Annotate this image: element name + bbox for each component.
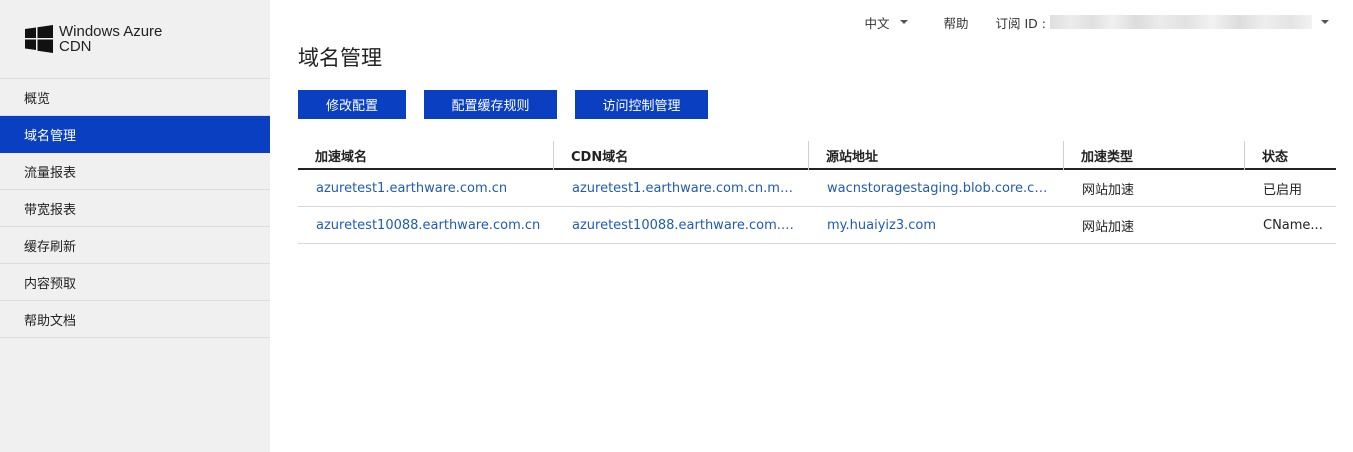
subscription-id-redacted (1050, 15, 1312, 29)
sidebar-item-traffic-report[interactable]: 流量报表 (0, 153, 270, 190)
main-content: 中文 帮助 订阅 ID : 域名管理 修改配置 配置缓存规则 访问控制管理 加速… (270, 0, 1353, 452)
status-cell: 已启用 (1245, 170, 1336, 206)
sidebar-item-domain-management[interactable]: 域名管理 (0, 116, 270, 153)
language-selector[interactable]: 中文 (864, 13, 908, 32)
help-link[interactable]: 帮助 (944, 13, 969, 32)
origin-link[interactable]: my.huaiyiz3.com (827, 218, 936, 233)
subscription-label: 订阅 ID : (995, 15, 1046, 31)
accel-type-text: 网站加速 (1082, 219, 1135, 235)
cdn-domain-cell[interactable]: azuretest10088.earthware.com.cn.... (554, 207, 809, 243)
sidebar-item-help-docs[interactable]: 帮助文档 (0, 301, 270, 338)
column-header-cdn-domain[interactable]: CDN域名 (554, 141, 809, 170)
column-header-origin[interactable]: 源站地址 (809, 141, 1064, 170)
origin-cell[interactable]: my.huaiyiz3.com (809, 207, 1064, 243)
sidebar-item-cache-refresh[interactable]: 缓存刷新 (0, 227, 270, 264)
accel-type-text: 网站加速 (1082, 182, 1135, 198)
table-row[interactable]: azuretest10088.earthware.com.cn azuretes… (298, 207, 1336, 244)
column-header-accel-domain[interactable]: 加速域名 (298, 141, 554, 170)
sidebar-item-overview[interactable]: 概览 (0, 79, 270, 116)
page-title: 域名管理 (298, 46, 382, 70)
status-cell: CName... (1245, 207, 1336, 243)
table-header: 加速域名 CDN域名 源站地址 加速类型 状态 (298, 141, 1336, 170)
table-row[interactable]: azuretest1.earthware.com.cn azuretest1.e… (298, 170, 1336, 207)
status-text: CName... (1263, 217, 1323, 233)
edit-config-button[interactable]: 修改配置 (298, 90, 406, 119)
cdn-domain-link[interactable]: azuretest1.earthware.com.cn.msch... (572, 181, 797, 196)
brand[interactable]: Windows Azure CDN (0, 0, 270, 79)
column-header-accel-type[interactable]: 加速类型 (1064, 141, 1245, 170)
brand-line1: Windows Azure (59, 23, 163, 40)
chevron-down-icon (899, 20, 908, 24)
domain-table: 加速域名 CDN域名 源站地址 加速类型 状态 azuretest1.earth… (298, 141, 1336, 244)
app: Windows Azure CDN 概览 域名管理 流量报表 带宽报表 缓存刷新… (0, 0, 1353, 452)
accel-domain-link[interactable]: azuretest10088.earthware.com.cn (316, 218, 540, 233)
accel-type-cell: 网站加速 (1064, 207, 1245, 243)
column-header-status[interactable]: 状态 (1245, 141, 1336, 170)
accel-type-cell: 网站加速 (1064, 170, 1245, 206)
cache-rules-button[interactable]: 配置缓存规则 (424, 90, 557, 119)
brand-line2: CDN (59, 38, 92, 55)
sidebar-item-content-prefetch[interactable]: 内容预取 (0, 264, 270, 301)
windows-logo-icon (25, 25, 53, 53)
cdn-domain-cell[interactable]: azuretest1.earthware.com.cn.msch... (554, 170, 809, 206)
accel-domain-link[interactable]: azuretest1.earthware.com.cn (316, 181, 507, 196)
origin-cell[interactable]: wacnstoragestaging.blob.core.chi... (809, 170, 1064, 206)
chevron-down-icon (1321, 20, 1329, 24)
status-text: 已启用 (1263, 182, 1303, 198)
accel-domain-cell[interactable]: azuretest1.earthware.com.cn (298, 170, 554, 206)
access-control-button[interactable]: 访问控制管理 (575, 90, 708, 119)
origin-link[interactable]: wacnstoragestaging.blob.core.chi... (827, 181, 1052, 196)
accel-domain-cell[interactable]: azuretest10088.earthware.com.cn (298, 207, 554, 243)
sidebar-item-bandwidth-report[interactable]: 带宽报表 (0, 190, 270, 227)
toolbar: 修改配置 配置缓存规则 访问控制管理 (298, 90, 708, 119)
brand-name: Windows Azure CDN (59, 24, 162, 54)
cdn-domain-link[interactable]: azuretest10088.earthware.com.cn.... (572, 218, 797, 233)
subscription-selector[interactable]: 订阅 ID : (996, 13, 1329, 32)
top-bar: 中文 帮助 订阅 ID : (864, 13, 1329, 31)
sidebar: Windows Azure CDN 概览 域名管理 流量报表 带宽报表 缓存刷新… (0, 0, 270, 452)
language-label: 中文 (864, 15, 890, 31)
